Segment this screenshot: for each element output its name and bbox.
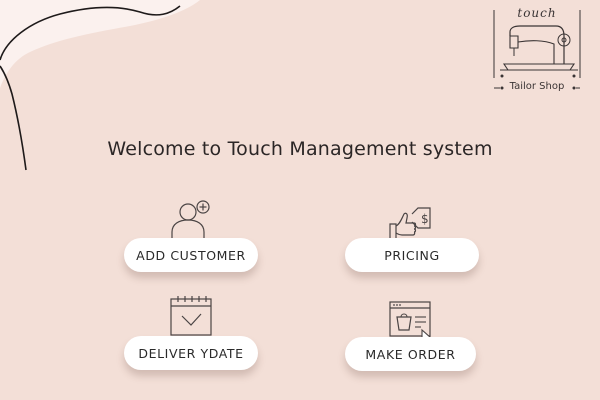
pricing-label: PRICING	[384, 247, 440, 263]
add-customer-button[interactable]: ADD CUSTOMER	[124, 238, 258, 272]
add-user-icon	[171, 200, 210, 238]
deliver-date-button[interactable]: DELIVER YDATE	[124, 336, 258, 370]
logo-brand-text: touch	[517, 6, 557, 20]
pricing-button[interactable]: PRICING	[345, 238, 479, 272]
make-order-label: MAKE ORDER	[365, 346, 456, 362]
deliver-date-label: DELIVER YDATE	[138, 345, 244, 361]
make-order-button[interactable]: MAKE ORDER	[345, 337, 476, 371]
price-tag-hand-icon: $	[389, 207, 431, 241]
svg-text:$: $	[421, 212, 429, 226]
shop-logo: touch Tailor Shop	[490, 6, 584, 98]
page-title: Welcome to Touch Management system	[107, 138, 493, 160]
logo-subtitle-text: Tailor Shop	[509, 81, 565, 92]
calendar-check-icon	[170, 296, 212, 336]
add-customer-label: ADD CUSTOMER	[136, 247, 246, 263]
